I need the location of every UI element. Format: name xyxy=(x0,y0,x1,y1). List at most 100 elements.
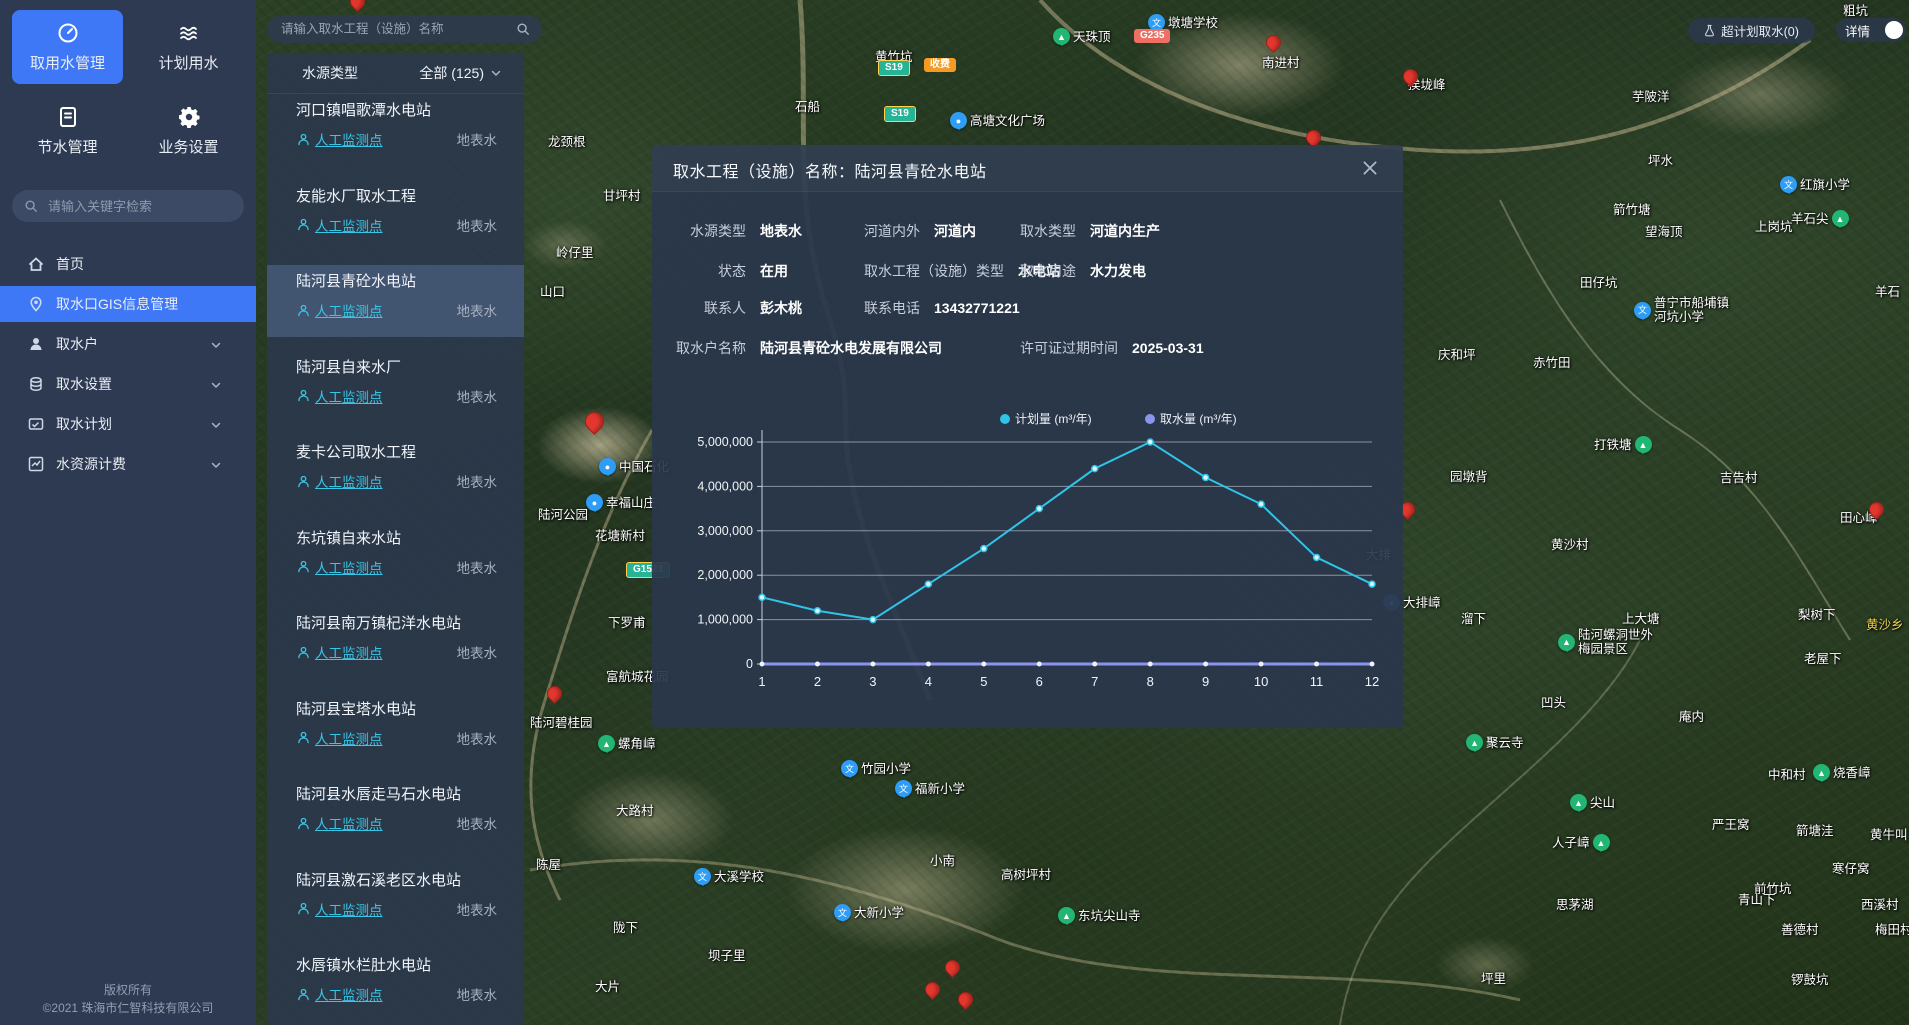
station-search-input[interactable] xyxy=(279,21,508,37)
search-icon xyxy=(24,199,38,213)
map-label: 岭仔里 xyxy=(556,246,594,260)
map-label: ▲螺角嶂 xyxy=(598,735,656,752)
map-label-text: 望海顶 xyxy=(1645,225,1683,239)
station-name: 陆河县水唇走马石水电站 xyxy=(267,784,524,806)
map-label-text: 黄沙乡 xyxy=(1866,618,1904,632)
map-label-text: 红旗小学 xyxy=(1800,178,1850,192)
person-icon xyxy=(297,218,310,231)
sidebar-item-取水户[interactable]: 取水户 xyxy=(0,324,256,364)
station-list-item[interactable]: 陆河县南万镇杞洋水电站人工监测点地表水 xyxy=(267,607,524,693)
field-value: 地表水 xyxy=(760,223,802,239)
sidebar: 取用水管理计划用水节水管理业务设置 首页取水口GIS信息管理取水户取水设置取水计… xyxy=(0,0,256,1025)
map-pin-icon[interactable] xyxy=(581,408,608,435)
water-source-filter[interactable]: 水源类型 全部 (125) xyxy=(267,53,524,94)
map-label: 吉告村 xyxy=(1720,471,1758,485)
map-label: 花塘新村 xyxy=(595,529,645,543)
station-list-item[interactable]: 陆河县宝塔水电站人工监测点地表水 xyxy=(267,693,524,779)
map-pin-icon[interactable] xyxy=(347,0,368,12)
user-icon xyxy=(28,336,44,352)
station-list-item[interactable]: 麦卡公司取水工程人工监测点地表水 xyxy=(267,436,524,522)
monitor-point-link[interactable]: 人工监测点 xyxy=(315,728,383,748)
monitor-point-link[interactable]: 人工监测点 xyxy=(315,386,383,406)
field-value: 彭木桃 xyxy=(760,300,802,316)
monitor-point-link[interactable]: 人工监测点 xyxy=(315,984,383,1004)
monitor-point-link[interactable]: 人工监测点 xyxy=(315,215,383,235)
map-label-text: 岭仔里 xyxy=(556,246,594,260)
water-type: 地表水 xyxy=(457,129,498,149)
toggle-knob xyxy=(1885,21,1903,39)
search-icon[interactable] xyxy=(516,22,530,36)
map-label-text: 东坑尖山寺 xyxy=(1078,909,1141,923)
map-label: 羊石 xyxy=(1875,285,1900,299)
filter-value: 全部 (125) xyxy=(419,63,484,83)
station-list-item[interactable]: 友能水厂取水工程人工监测点地表水 xyxy=(267,180,524,266)
sidebar-item-label: 取水户 xyxy=(56,334,98,354)
monitor-point-link[interactable]: 人工监测点 xyxy=(315,471,383,491)
map-pin-icon[interactable] xyxy=(1263,32,1284,53)
map-label-text: 高塘文化广场 xyxy=(970,114,1045,128)
station-list-item[interactable]: 东坑镇自来水站人工监测点地表水 xyxy=(267,522,524,608)
field-水源类型: 水源类型地表水 xyxy=(670,221,802,241)
map-label: 善德村 xyxy=(1781,923,1819,937)
over-plan-intake-button[interactable]: 超计划取水(0) xyxy=(1688,18,1815,43)
map-label: 山口 xyxy=(540,285,565,299)
map-label: 坪水 xyxy=(1648,154,1673,168)
map-pin-icon[interactable] xyxy=(942,957,963,978)
map-label-text: 墩塘学校 xyxy=(1168,16,1218,30)
map-pin-icon[interactable] xyxy=(922,979,943,1000)
sidebar-item-取水计划[interactable]: 取水计划 xyxy=(0,404,256,444)
map-label: 陆河碧桂园 xyxy=(530,716,593,730)
sidebar-item-水资源计费[interactable]: 水资源计费 xyxy=(0,444,256,484)
close-icon[interactable] xyxy=(1361,159,1379,177)
module-switcher: 取用水管理计划用水节水管理业务设置 xyxy=(0,0,256,168)
copyright-line2: ©2021 珠海市仁智科技有限公司 xyxy=(0,1000,256,1017)
map-label-text: 陆河螺洞世外梅园景区 xyxy=(1578,628,1653,656)
station-meta-row: 人工监测点地表水 xyxy=(267,472,524,490)
road-badge-text: 收费 xyxy=(924,58,956,72)
map-pin-icon[interactable] xyxy=(544,683,565,704)
map-label: 严王窝 xyxy=(1712,818,1750,832)
module-取用水管理[interactable]: 取用水管理 xyxy=(12,10,123,84)
map-label: 文竹园小学 xyxy=(841,760,911,777)
monitor-point-link[interactable]: 人工监测点 xyxy=(315,300,383,320)
module-业务设置[interactable]: 业务设置 xyxy=(133,94,244,168)
detail-toggle[interactable]: 详情 xyxy=(1836,18,1906,42)
map-label: 园墩背 xyxy=(1450,470,1488,484)
monitor-point-link[interactable]: 人工监测点 xyxy=(315,813,383,833)
station-meta-row: 人工监测点地表水 xyxy=(267,216,524,234)
monitor-point-link[interactable]: 人工监测点 xyxy=(315,557,383,577)
monitor-point-link[interactable]: 人工监测点 xyxy=(315,899,383,919)
map-label: ▲尖山 xyxy=(1570,794,1615,811)
map-label: 庵内 xyxy=(1679,710,1704,724)
station-list-item[interactable]: 陆河县青砼水电站人工监测点地表水 xyxy=(267,265,524,351)
station-item-inner: 麦卡公司取水工程人工监测点地表水 xyxy=(267,436,524,508)
module-节水管理[interactable]: 节水管理 xyxy=(12,94,123,168)
map-label-text: 溜下 xyxy=(1461,612,1486,626)
station-meta-row: 人工监测点地表水 xyxy=(267,643,524,661)
sidebar-item-首页[interactable]: 首页 xyxy=(0,244,256,284)
map-label: 大片 xyxy=(595,980,620,994)
field-河道内外: 河道内外河道内 xyxy=(864,221,976,241)
road-badge-text: S19 xyxy=(884,106,916,122)
station-list-item[interactable]: 陆河县自来水厂人工监测点地表水 xyxy=(267,351,524,437)
filter-label: 水源类型 xyxy=(302,63,358,83)
flask-icon xyxy=(1704,24,1715,37)
sidebar-search-input[interactable] xyxy=(46,198,232,215)
map-pin-icon[interactable] xyxy=(955,989,976,1010)
field-label: 取水户名称 xyxy=(670,338,746,358)
place-poi-icon: ● xyxy=(950,112,967,129)
module-label: 计划用水 xyxy=(158,52,218,73)
map-label: 上岗坑 xyxy=(1755,220,1793,234)
station-list-item[interactable]: 河口镇唱歌潭水电站人工监测点地表水 xyxy=(267,94,524,180)
svg-text:7: 7 xyxy=(1091,674,1098,689)
station-list-item[interactable]: 水唇镇水栏肚水电站人工监测点地表水 xyxy=(267,949,524,1025)
module-计划用水[interactable]: 计划用水 xyxy=(133,10,244,84)
station-list-item[interactable]: 陆河县水唇走马石水电站人工监测点地表水 xyxy=(267,778,524,864)
sidebar-item-取水设置[interactable]: 取水设置 xyxy=(0,364,256,404)
map-label-text: 凹头 xyxy=(1541,696,1566,710)
monitor-point-link[interactable]: 人工监测点 xyxy=(315,129,383,149)
station-list-item[interactable]: 陆河县激石溪老区水电站人工监测点地表水 xyxy=(267,864,524,950)
monitor-point-link[interactable]: 人工监测点 xyxy=(315,642,383,662)
map-label: 粗坑 xyxy=(1843,4,1868,18)
sidebar-item-取水口GIS信息管理[interactable]: 取水口GIS信息管理 xyxy=(0,286,256,322)
